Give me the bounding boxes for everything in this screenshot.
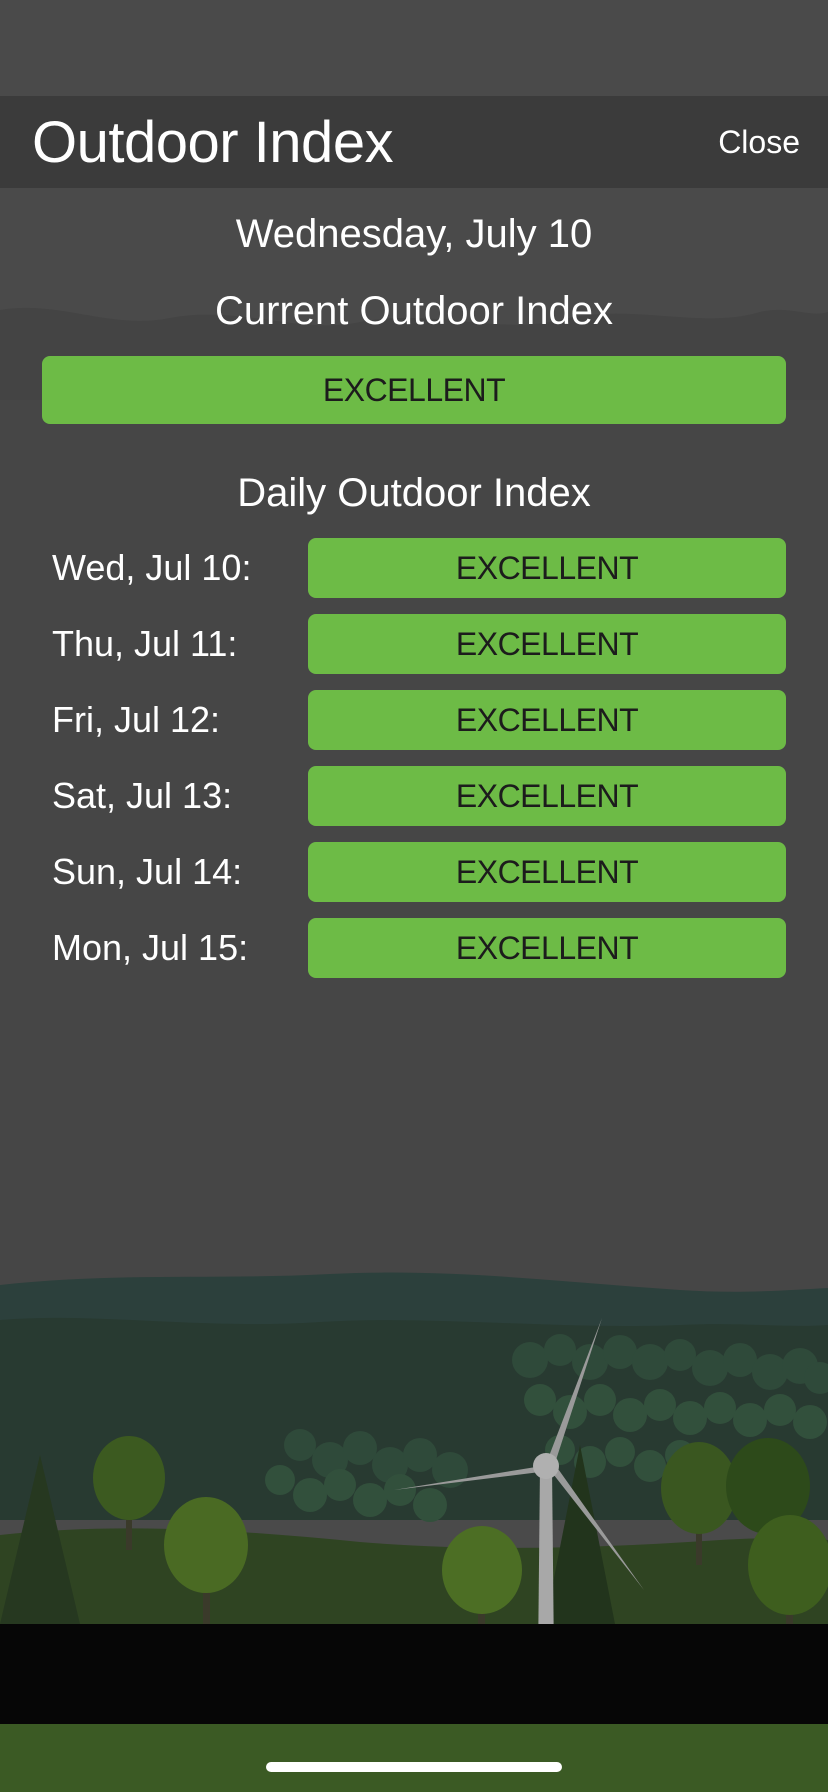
day-index-badge: EXCELLENT [308, 614, 786, 674]
day-label: Sun, Jul 14: [52, 851, 243, 892]
daily-row: Wed, Jul 10: EXCELLENT [0, 538, 828, 598]
current-index-heading: Current Outdoor Index [215, 289, 613, 333]
current-date: Wednesday, July 10 [235, 212, 593, 256]
current-index-badge: EXCELLENT [42, 356, 786, 424]
day-index-badge: EXCELLENT [308, 842, 786, 902]
daily-row: Thu, Jul 11: EXCELLENT [0, 614, 828, 674]
home-indicator[interactable] [266, 1762, 562, 1772]
day-label: Sat, Jul 13: [52, 775, 233, 816]
daily-index-heading: Daily Outdoor Index [237, 471, 591, 515]
daily-index-list: Wed, Jul 10: EXCELLENT Thu, Jul 11: EXCE… [0, 538, 828, 994]
daily-row: Mon, Jul 15: EXCELLENT [0, 918, 828, 978]
daily-row: Sun, Jul 14: EXCELLENT [0, 842, 828, 902]
close-button[interactable]: Close [718, 124, 800, 160]
day-index-badge: EXCELLENT [308, 766, 786, 826]
bottom-bar [0, 1624, 828, 1724]
daily-row: Sat, Jul 13: EXCELLENT [0, 766, 828, 826]
day-label: Mon, Jul 15: [52, 927, 249, 968]
day-label: Wed, Jul 10: [52, 547, 252, 588]
daily-row: Fri, Jul 12: EXCELLENT [0, 690, 828, 750]
day-index-badge: EXCELLENT [308, 538, 786, 598]
header-bar: Outdoor Index Close [0, 96, 828, 188]
day-index-badge: EXCELLENT [308, 918, 786, 978]
page-title: Outdoor Index [32, 110, 394, 175]
day-index-badge: EXCELLENT [308, 690, 786, 750]
day-label: Fri, Jul 12: [52, 699, 221, 740]
day-label: Thu, Jul 11: [52, 623, 238, 664]
